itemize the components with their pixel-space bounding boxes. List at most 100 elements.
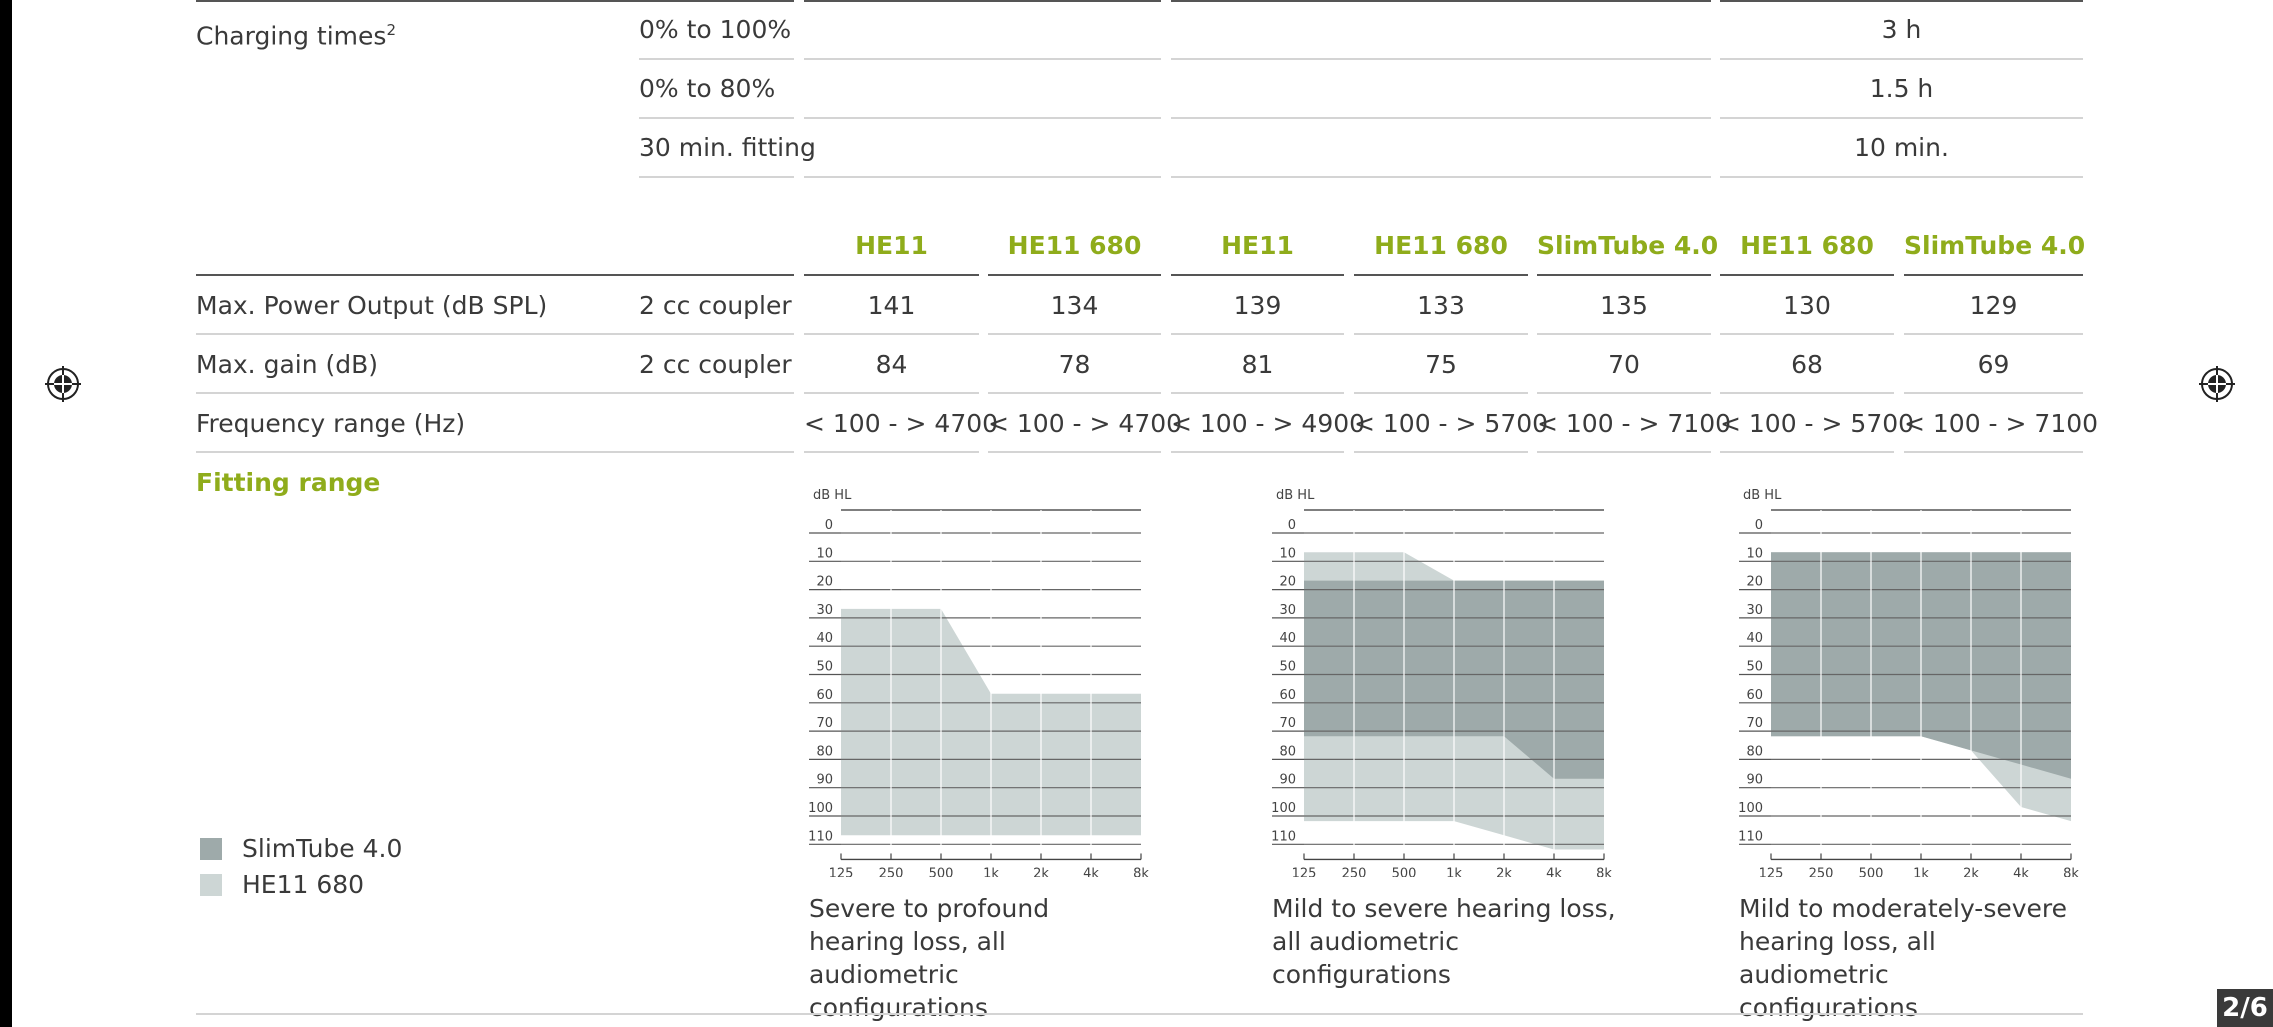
spec-value: 69 xyxy=(1977,350,2010,379)
spec-label: Max. Power Output (dB SPL) xyxy=(196,291,548,320)
x-tick-label: 500 xyxy=(929,866,954,877)
divider xyxy=(988,274,1161,276)
divider xyxy=(1171,117,1711,119)
divider xyxy=(196,0,794,2)
y-tick-label: 10 xyxy=(1746,546,1763,561)
divider xyxy=(804,0,1161,2)
y-tick-label: 90 xyxy=(1279,773,1296,788)
y-tick-label: 70 xyxy=(1746,716,1763,731)
charging-times-label: Charging times2 xyxy=(196,21,396,51)
spec-value: 84 xyxy=(875,350,908,379)
y-tick-label: 50 xyxy=(1746,660,1763,675)
column-header: HE11 680 xyxy=(1007,231,1142,260)
y-tick-label: 20 xyxy=(1746,575,1763,590)
spec-value: < 100 - > 4700 xyxy=(804,409,999,438)
spec-value: 134 xyxy=(1050,291,1099,320)
x-tick-label: 8k xyxy=(2063,866,2079,877)
page-number: 2/6 xyxy=(2217,989,2273,1027)
y-tick-label: 40 xyxy=(1279,631,1296,646)
spec-value: < 100 - > 7100 xyxy=(1537,409,1732,438)
x-tick-label: 2k xyxy=(1963,866,1979,877)
spec-value: 133 xyxy=(1417,291,1465,320)
column-header: SlimTube 4.0 xyxy=(1537,231,1719,260)
divider xyxy=(1171,0,1711,2)
audiogram-chart-3: dB HL 0 10 20 30 40 50 60 70 80 90 100 110 125 250 500 1… xyxy=(1738,488,2079,877)
axis-unit-label: dB HL xyxy=(813,488,852,503)
charging-row-value: 3 h xyxy=(1881,15,1922,44)
column-header: SlimTube 4.0 xyxy=(1904,231,2086,260)
y-tick-label: 30 xyxy=(1279,603,1296,618)
divider xyxy=(1354,392,1528,394)
divider xyxy=(196,274,794,276)
spec-value: < 100 - > 5700 xyxy=(1354,409,1549,438)
axis-unit-label: dB HL xyxy=(1276,488,1315,503)
divider xyxy=(988,333,1161,335)
audiogram-chart-1: dB HL 0 10 20 30 40 50 60 70 80 90 100 110 125 250 500 1… xyxy=(808,488,1149,877)
charging-row-label: 30 min. fitting xyxy=(639,133,816,162)
x-tick-label: 1k xyxy=(1446,866,1462,877)
x-tick-label: 1k xyxy=(983,866,999,877)
y-tick-label: 110 xyxy=(808,829,833,844)
y-tick-label: 110 xyxy=(1738,829,1763,844)
x-tick-label: 500 xyxy=(1392,866,1417,877)
y-tick-label: 20 xyxy=(1279,575,1296,590)
divider xyxy=(804,58,1161,60)
divider xyxy=(804,117,1161,119)
divider xyxy=(804,333,979,335)
y-tick-label: 70 xyxy=(1279,716,1296,731)
charging-row-value: 10 min. xyxy=(1854,133,1949,162)
y-tick-label: 60 xyxy=(816,688,833,703)
divider xyxy=(988,451,1161,453)
y-tick-label: 50 xyxy=(816,660,833,675)
spec-value: 135 xyxy=(1600,291,1648,320)
divider xyxy=(1354,274,1528,276)
registration-mark-left-icon xyxy=(45,366,81,402)
x-tick-label: 250 xyxy=(1809,866,1834,877)
divider xyxy=(1354,451,1528,453)
divider xyxy=(1720,58,2083,60)
divider xyxy=(988,392,1161,394)
fitting-range-title: Fitting range xyxy=(196,468,381,497)
spec-sublabel: 2 cc coupler xyxy=(639,350,792,379)
y-tick-label: 60 xyxy=(1746,688,1763,703)
y-tick-label: 10 xyxy=(816,546,833,561)
column-header: HE11 xyxy=(855,231,928,260)
divider xyxy=(1720,333,1894,335)
spec-value: 130 xyxy=(1783,291,1831,320)
divider xyxy=(1171,451,1344,453)
spec-value: 139 xyxy=(1233,291,1282,320)
divider xyxy=(804,176,1161,178)
divider xyxy=(196,392,794,394)
y-tick-label: 100 xyxy=(1271,801,1296,816)
column-header: HE11 680 xyxy=(1740,231,1874,260)
axis-unit-label: dB HL xyxy=(1743,488,1782,503)
divider xyxy=(1720,176,2083,178)
divider xyxy=(196,333,794,335)
left-edge-bar xyxy=(0,0,12,1027)
chart-caption: Severe to profound hearing loss, all aud… xyxy=(809,894,1050,1022)
spec-value: < 100 - > 5700 xyxy=(1720,409,1915,438)
chart-caption: Mild to moderately-severe hearing loss, … xyxy=(1739,894,2068,1022)
x-tick-label: 2k xyxy=(1033,866,1049,877)
spec-label: Frequency range (Hz) xyxy=(196,409,466,438)
y-tick-label: 90 xyxy=(1746,773,1763,788)
column-header: HE11 680 xyxy=(1374,231,1508,260)
divider xyxy=(1904,451,2083,453)
divider xyxy=(639,117,794,119)
spec-label: Max. gain (dB) xyxy=(196,350,379,379)
divider xyxy=(1354,333,1528,335)
spec-value: 68 xyxy=(1791,350,1823,379)
y-tick-label: 90 xyxy=(816,773,833,788)
y-tick-label: 110 xyxy=(1271,829,1296,844)
divider xyxy=(1537,333,1711,335)
audiogram-chart-2: dB HL 0 10 20 30 40 50 60 70 80 90 100 110 125 250 500 1… xyxy=(1271,488,1612,877)
spec-value: 70 xyxy=(1608,350,1640,379)
y-tick-label: 100 xyxy=(1738,801,1763,816)
divider xyxy=(1171,176,1711,178)
divider xyxy=(1720,392,1894,394)
divider xyxy=(804,392,979,394)
x-tick-label: 125 xyxy=(1292,866,1317,877)
y-tick-label: 100 xyxy=(808,801,833,816)
divider xyxy=(1720,274,1894,276)
divider xyxy=(1904,333,2083,335)
